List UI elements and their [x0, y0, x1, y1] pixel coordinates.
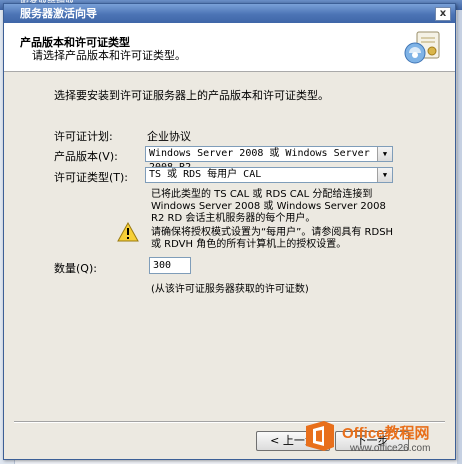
warning-icon — [117, 222, 139, 242]
watermark-text: Office教程网 — [342, 425, 430, 442]
office-watermark: Office教程网 www.office26.com — [300, 416, 460, 462]
activation-wizard-dialog: 服务器激活向导 x 产品版本和许可证类型 请选择产品版本和许可证类型。 选择要安… — [3, 3, 456, 460]
license-program-label: 许可证计划: — [54, 130, 113, 143]
background-scrollbar — [457, 10, 462, 464]
quantity-note: (从该许可证服务器获取的许可证数) — [151, 284, 309, 295]
dialog-title: 服务器激活向导 — [20, 7, 97, 20]
office-logo-icon — [306, 421, 334, 451]
quantity-label: 数量(Q): — [54, 262, 97, 275]
chevron-down-icon[interactable]: ▼ — [377, 147, 392, 161]
dialog-title-bar[interactable]: 服务器激活向导 x — [4, 4, 455, 23]
product-version-select[interactable]: Windows Server 2008 或 Windows Server 200… — [145, 146, 393, 173]
product-version-label: 产品版本(V): — [54, 150, 118, 163]
wizard-body: 选择要安装到许可证服务器上的产品版本和许可证类型。 许可证计划: 企业协议 产品… — [4, 72, 455, 459]
quantity-field[interactable]: 300 — [149, 257, 191, 274]
licensing-mode-warning: 请确保将授权模式设置为“每用户”。请参阅具有 RDSH 或 RDVH 角色的所有… — [151, 227, 394, 250]
license-type-select[interactable]: TS 或 RDS 每用户 CAL ▼ — [145, 167, 393, 183]
page-subtitle: 请选择产品版本和许可证类型。 — [32, 49, 186, 62]
chevron-down-icon[interactable]: ▼ — [377, 168, 392, 182]
license-type-label: 许可证类型(T): — [54, 171, 129, 184]
wizard-header: 产品版本和许可证类型 请选择产品版本和许可证类型。 — [4, 23, 455, 72]
license-server-icon — [404, 31, 440, 64]
license-type-description: 已将此类型的 TS CAL 或 RDS CAL 分配给连接到 Windows S… — [151, 189, 386, 224]
watermark-url: www.office26.com — [350, 443, 431, 454]
license-type-value: TS 或 RDS 每用户 CAL — [149, 169, 262, 180]
license-program-value: 企业协议 — [147, 130, 191, 143]
close-button[interactable]: x — [435, 7, 451, 21]
instruction-text: 选择要安装到许可证服务器上的产品版本和许可证类型。 — [54, 89, 329, 102]
